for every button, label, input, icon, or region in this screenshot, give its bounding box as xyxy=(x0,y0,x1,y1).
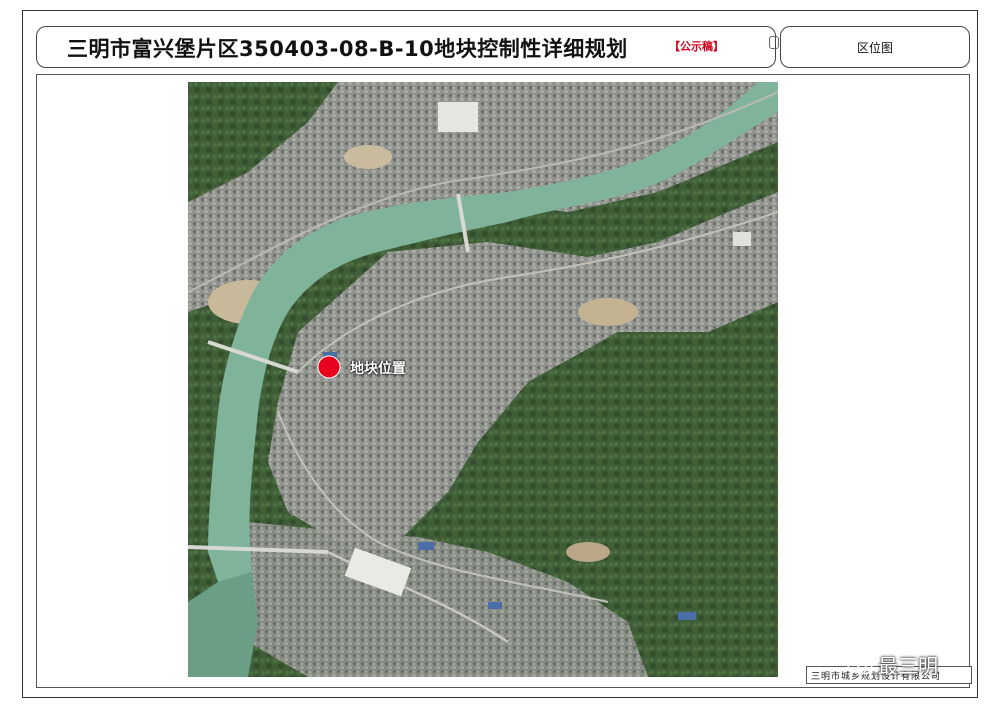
site-marker-icon[interactable] xyxy=(317,355,341,379)
satellite-map-graphic xyxy=(188,82,778,677)
building xyxy=(488,602,502,609)
wechat-icon xyxy=(847,657,873,675)
page-title: 三明市富兴堡片区350403-08-B-10地块控制性详细规划 xyxy=(67,37,628,61)
building xyxy=(438,102,478,132)
building xyxy=(678,612,696,620)
satellite-map[interactable] xyxy=(188,82,778,677)
drawing-name: 区位图 xyxy=(856,41,893,55)
watermark-text: 最三明 xyxy=(878,654,938,678)
drawing-name-block: 区位图 xyxy=(780,26,970,68)
site-marker-label: 地块位置 xyxy=(350,361,406,377)
construction-site xyxy=(566,542,610,562)
construction-site xyxy=(578,298,638,326)
title-block-cell-icon xyxy=(769,36,779,49)
building xyxy=(418,542,434,550)
title-block: 三明市富兴堡片区350403-08-B-10地块控制性详细规划 【公示稿】 xyxy=(36,26,811,68)
draft-badge: 【公示稿】 xyxy=(669,40,724,53)
watermark: 最三明 xyxy=(846,650,938,679)
construction-site xyxy=(344,145,392,169)
building xyxy=(733,232,751,246)
